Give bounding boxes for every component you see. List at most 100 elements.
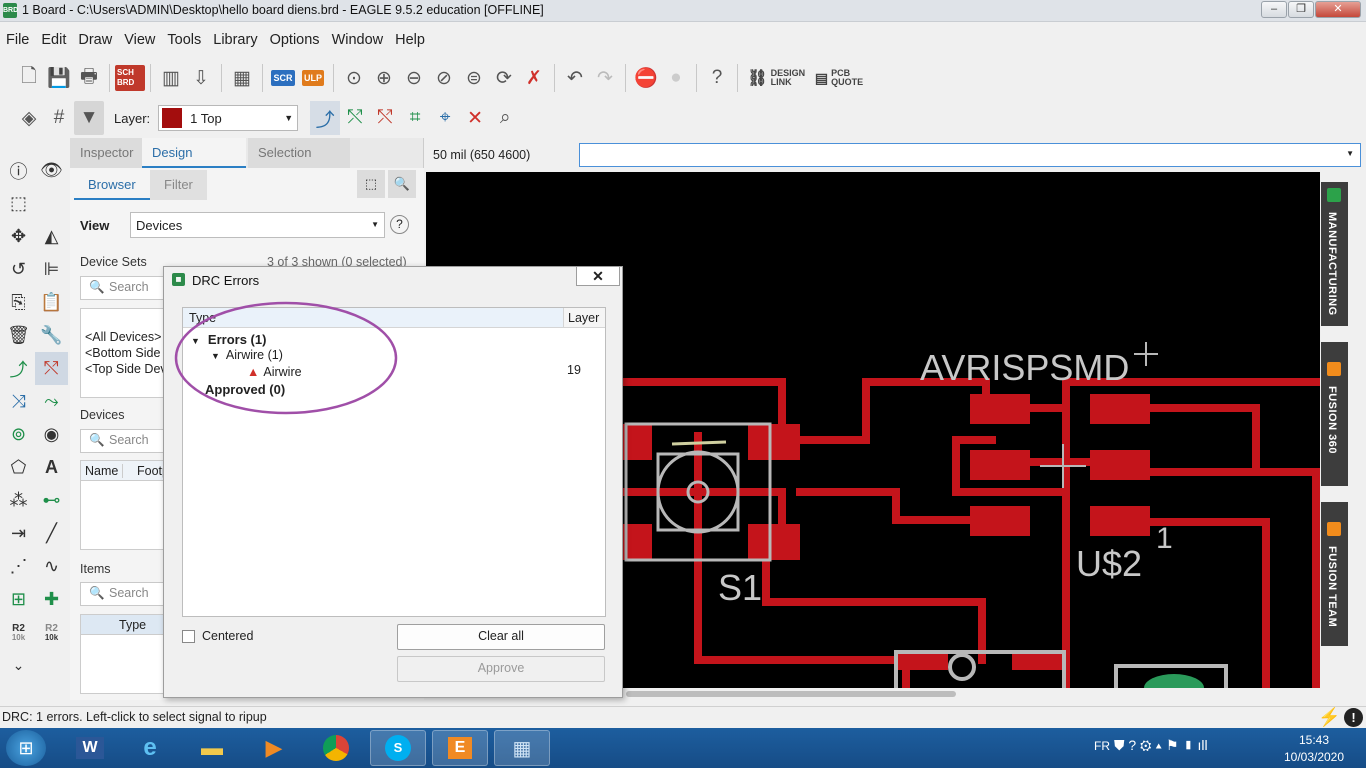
menu-window[interactable]: Window xyxy=(326,28,390,48)
mark-icon[interactable]: ⬚ xyxy=(2,187,35,220)
fusion-team-tab[interactable]: FUSION TEAM xyxy=(1321,502,1348,646)
view-help-icon[interactable]: ? xyxy=(390,215,409,234)
taskbar-eagle-icon[interactable]: E xyxy=(432,730,488,766)
centered-checkbox[interactable]: Centered xyxy=(182,629,253,643)
hole-icon[interactable]: ◉ xyxy=(35,418,68,451)
export-icon[interactable]: ⇩ xyxy=(186,61,216,95)
clock-time[interactable]: 15:43 xyxy=(1284,733,1344,747)
column-name[interactable]: Name xyxy=(85,464,123,478)
tray-icons[interactable]: ⛊ ? ⚙ ▴ ⚑ ▮ ıll xyxy=(1114,737,1208,754)
wrench-icon[interactable]: 🔧 xyxy=(35,319,68,352)
stop-status-icon[interactable]: ! xyxy=(1344,708,1363,727)
zoom-select-icon[interactable]: ⊘ xyxy=(429,61,459,95)
taskbar-drc-icon[interactable]: ▦ xyxy=(494,730,550,766)
undo-icon[interactable]: ↶ xyxy=(560,61,590,95)
info-icon[interactable]: ⓘ xyxy=(2,154,35,187)
autorouter-icon[interactable]: ⤨ xyxy=(2,385,35,418)
ripup-icon[interactable]: ⤲ xyxy=(340,101,370,135)
view-select[interactable]: Devices ▼ xyxy=(130,212,385,238)
route-tool-icon[interactable]: ⤴ xyxy=(2,352,35,385)
paste-icon[interactable]: 📋 xyxy=(35,286,68,319)
command-input[interactable]: ▼ xyxy=(579,143,1361,167)
zoom-fit-icon[interactable]: ⊙ xyxy=(339,61,369,95)
taskbar-explorer-icon[interactable]: ▬ xyxy=(184,730,240,766)
zoom-in-icon[interactable]: ⊕ xyxy=(369,61,399,95)
maximize-button[interactable]: ❐ xyxy=(1288,1,1314,18)
show-icon[interactable]: 👁 xyxy=(35,154,68,187)
save-icon[interactable]: 💾 xyxy=(44,61,74,95)
menu-draw[interactable]: Draw xyxy=(72,28,118,48)
clear-all-button[interactable]: Clear all xyxy=(397,624,605,650)
text-icon[interactable]: A xyxy=(35,451,68,484)
menu-help[interactable]: Help xyxy=(389,28,431,48)
fusion-360-tab[interactable]: FUSION 360 xyxy=(1321,342,1348,486)
taskbar-media-icon[interactable]: ▶ xyxy=(246,730,302,766)
stop-icon[interactable]: ⛔ xyxy=(631,61,661,95)
zoom-out-icon[interactable]: ⊖ xyxy=(399,61,429,95)
copy-icon[interactable]: ⎘ xyxy=(2,286,35,319)
mirror-icon[interactable]: ◭ xyxy=(35,220,68,253)
taskbar-chrome-icon[interactable] xyxy=(308,730,364,766)
subtab-filter[interactable]: Filter xyxy=(150,170,207,200)
move-icon[interactable]: ✥ xyxy=(2,220,35,253)
line-icon[interactable]: ╱ xyxy=(35,517,68,550)
route-icon[interactable]: ⤴ xyxy=(310,101,341,135)
column-type[interactable]: Type xyxy=(119,618,146,632)
redraw-icon[interactable]: ⟳ xyxy=(489,61,519,95)
menu-options[interactable]: Options xyxy=(264,28,326,48)
column-layer-header[interactable]: Layer xyxy=(563,308,605,328)
bus-icon[interactable]: ⋰ xyxy=(2,550,35,583)
align-icon[interactable]: ⊫ xyxy=(35,253,68,286)
dimension-icon[interactable]: ⇥ xyxy=(2,517,35,550)
delete-icon[interactable]: ✕ xyxy=(460,101,490,135)
meander-tool-icon[interactable]: ∿ xyxy=(35,550,68,583)
cam-processor-icon[interactable]: ▥ xyxy=(156,61,186,95)
ripup-tool-icon[interactable]: ⤲ xyxy=(35,352,68,385)
value-tool-button-2[interactable]: R2 10k xyxy=(35,616,68,649)
zoom-last-icon[interactable]: ⊜ xyxy=(459,61,489,95)
taskbar-word-icon[interactable]: W xyxy=(62,730,118,766)
close-button[interactable]: ✕ xyxy=(1315,1,1361,18)
trash-icon[interactable]: 🗑 xyxy=(2,319,35,352)
pcb-quote-button[interactable]: ▤ PCB QUOTE xyxy=(809,61,867,95)
menu-library[interactable]: Library xyxy=(207,28,263,48)
go-icon[interactable]: ● xyxy=(661,61,691,95)
via-icon[interactable]: ⊚ xyxy=(2,418,35,451)
language-indicator[interactable]: FR xyxy=(1094,739,1110,753)
menu-view[interactable]: View xyxy=(118,28,161,48)
grid-icon[interactable]: # xyxy=(44,101,74,135)
rotate-icon[interactable]: ↺ xyxy=(2,253,35,286)
clock-date[interactable]: 10/03/2020 xyxy=(1278,750,1350,764)
tab-design-manager[interactable]: Design Manager xyxy=(142,138,246,190)
net-icon[interactable]: ⁂ xyxy=(2,484,35,517)
split-icon[interactable]: ⌖ xyxy=(430,101,460,135)
meander-icon[interactable]: ⌕ xyxy=(490,101,520,135)
drc-close-button[interactable]: ✕ xyxy=(576,266,620,286)
print-icon[interactable]: 🖶 xyxy=(74,61,104,95)
approve-button[interactable]: Approve xyxy=(397,656,605,682)
menu-file[interactable]: File xyxy=(0,28,35,48)
menu-tools[interactable]: Tools xyxy=(161,28,207,48)
add-part-icon[interactable]: ⊞ xyxy=(2,583,35,616)
manufacturing-tab[interactable]: MANUFACTURING xyxy=(1321,182,1348,326)
taskbar-skype-icon[interactable]: S xyxy=(370,730,426,766)
sch-brd-switch-button[interactable]: SCH BRD xyxy=(115,61,145,95)
filter-icon[interactable]: ▼ xyxy=(74,101,104,135)
add-icon[interactable]: ✚ xyxy=(35,583,68,616)
tab-inspector[interactable]: Inspector xyxy=(70,138,142,168)
script-button[interactable]: SCR xyxy=(268,61,298,95)
ripup-all-icon[interactable]: ⤲ xyxy=(370,101,400,135)
value-tool-button[interactable]: R2 10k xyxy=(2,616,35,649)
layer-settings-icon[interactable]: ◈ xyxy=(14,101,44,135)
minimize-button[interactable]: – xyxy=(1261,1,1287,18)
select-mode-icon[interactable]: ⬚ xyxy=(357,170,385,198)
help-icon[interactable]: ? xyxy=(702,61,732,95)
taskbar-ie-icon[interactable]: e xyxy=(122,730,178,766)
layer-select[interactable]: 1 Top ▼ xyxy=(158,105,299,131)
polygon-icon[interactable]: ⬠ xyxy=(2,451,35,484)
slice-icon[interactable]: ⤳ xyxy=(35,385,68,418)
redo-icon[interactable]: ↷ xyxy=(590,61,620,95)
ulp-button[interactable]: ULP xyxy=(298,61,328,95)
optimize-icon[interactable]: ⌗ xyxy=(400,101,430,135)
design-link-button[interactable]: ⛓ DESIGN LINK xyxy=(743,61,809,95)
